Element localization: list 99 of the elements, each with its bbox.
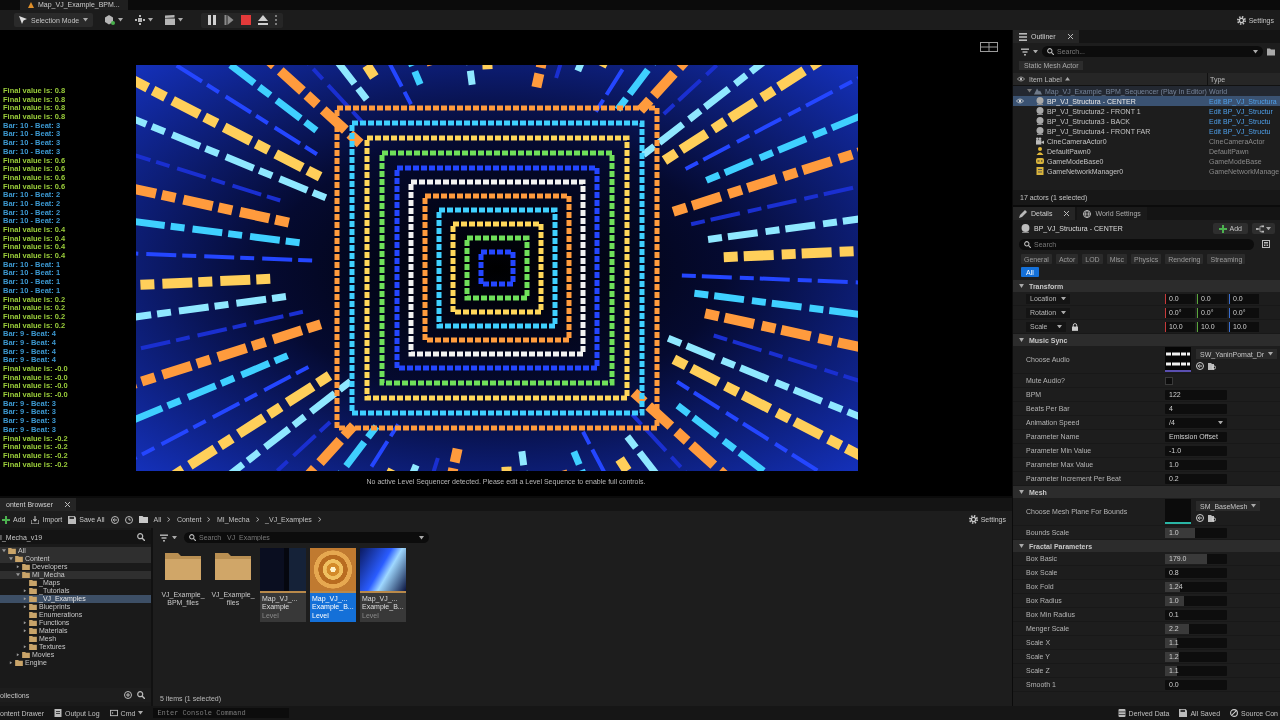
caret-icon[interactable] xyxy=(172,535,177,540)
caret-icon xyxy=(1061,310,1067,315)
search-icon xyxy=(1024,240,1031,248)
caret-icon[interactable] xyxy=(118,18,124,22)
pause-icon[interactable] xyxy=(207,15,218,25)
caret-icon[interactable] xyxy=(1033,49,1038,54)
save-icon xyxy=(1179,709,1188,717)
folder-icon[interactable] xyxy=(138,515,148,524)
folder-search-icon[interactable] xyxy=(1208,514,1216,522)
caret-icon[interactable] xyxy=(16,573,20,577)
arrow-circle-icon[interactable] xyxy=(110,515,119,524)
folder-icon[interactable] xyxy=(165,553,201,580)
sphere-icon xyxy=(1036,97,1044,105)
chevron-icon[interactable] xyxy=(167,517,171,522)
settings-icon xyxy=(1236,15,1246,25)
caret-icon xyxy=(138,711,144,715)
pencil-icon xyxy=(1019,209,1027,218)
checkbox[interactable] xyxy=(1165,376,1173,385)
prohibited-icon xyxy=(1230,709,1239,717)
search-icon xyxy=(1047,48,1054,55)
caret-icon[interactable] xyxy=(419,536,424,540)
mesh-thumbnail xyxy=(1165,499,1191,524)
caret-icon[interactable] xyxy=(2,549,6,553)
blueprint-dropdown[interactable] xyxy=(1252,223,1275,234)
eye-icon[interactable] xyxy=(1016,98,1024,104)
filter-icon[interactable] xyxy=(160,533,168,542)
chevron-icon[interactable] xyxy=(255,517,260,522)
caret-icon[interactable] xyxy=(23,621,27,625)
caret-icon[interactable] xyxy=(148,18,154,22)
arrow-circle-icon[interactable] xyxy=(1196,362,1204,370)
search-icon xyxy=(189,534,196,541)
eye-icon xyxy=(1017,76,1025,82)
add-icon[interactable] xyxy=(124,691,132,699)
search-icon[interactable] xyxy=(137,691,145,699)
log-icon xyxy=(53,709,62,717)
stop-icon[interactable] xyxy=(241,15,252,25)
caret-icon[interactable] xyxy=(178,18,184,22)
level-thumbnail xyxy=(310,548,356,593)
folder-icon[interactable] xyxy=(1267,47,1275,56)
caret-icon[interactable] xyxy=(9,557,13,561)
level-thumbnail xyxy=(260,548,306,593)
caret-icon xyxy=(1061,296,1067,301)
sphere-icon xyxy=(1036,107,1044,115)
sort-arrow-icon xyxy=(1064,77,1070,81)
caret-icon[interactable] xyxy=(9,661,13,665)
camera-icon xyxy=(1036,137,1044,145)
document-icon xyxy=(1036,167,1044,175)
database-icon xyxy=(1117,709,1126,717)
caret-icon xyxy=(83,18,89,22)
list-icon xyxy=(1019,32,1027,41)
eject-icon[interactable] xyxy=(258,15,269,25)
caret-icon[interactable] xyxy=(16,565,20,569)
caret-icon xyxy=(1057,324,1062,329)
close-icon[interactable] xyxy=(1067,34,1073,39)
clapperboard-icon[interactable] xyxy=(165,15,176,25)
filter-icon[interactable] xyxy=(1021,47,1029,56)
caret-icon xyxy=(1266,226,1271,231)
person-icon xyxy=(1036,147,1044,155)
caret-icon[interactable] xyxy=(16,653,20,657)
save-icon xyxy=(68,515,77,524)
chevron-icon[interactable] xyxy=(317,517,322,522)
plus-icon xyxy=(1218,224,1227,233)
sphere-icon xyxy=(1021,224,1030,233)
terminal-icon xyxy=(109,709,118,717)
caret-icon[interactable] xyxy=(23,629,27,633)
table-icon[interactable] xyxy=(1262,240,1270,248)
cube-add-icon[interactable] xyxy=(105,15,116,25)
chevron-icon[interactable] xyxy=(207,517,211,522)
sphere-icon xyxy=(1036,127,1044,135)
nodes-icon xyxy=(1256,224,1264,233)
arrow-circle-icon[interactable] xyxy=(1196,514,1204,522)
cursor-icon xyxy=(19,16,27,24)
plus-icon xyxy=(2,515,10,524)
import-icon xyxy=(31,515,40,524)
caret-icon[interactable] xyxy=(23,589,27,593)
close-icon[interactable] xyxy=(65,502,71,507)
caret-icon xyxy=(1218,420,1223,425)
caret-icon[interactable] xyxy=(23,605,27,609)
move-icon[interactable] xyxy=(135,15,146,25)
settings-icon xyxy=(968,515,978,524)
caret-icon xyxy=(1268,352,1274,356)
caret-icon[interactable] xyxy=(23,645,27,649)
folder-icon[interactable] xyxy=(215,553,251,580)
sphere-icon xyxy=(1036,117,1044,125)
more-icon[interactable] xyxy=(275,15,278,25)
search-icon[interactable] xyxy=(137,533,145,541)
globe-icon xyxy=(1083,209,1092,218)
clock-icon[interactable] xyxy=(124,515,133,524)
triangle-icon xyxy=(28,2,34,8)
close-icon[interactable] xyxy=(1064,211,1070,216)
caret-icon[interactable] xyxy=(1253,50,1258,54)
viewport-layout-icon[interactable] xyxy=(980,42,998,52)
step-frame-icon[interactable] xyxy=(224,15,235,25)
level-thumbnail xyxy=(360,548,406,593)
waveform-thumbnail xyxy=(1165,347,1191,372)
lock-icon[interactable] xyxy=(1072,322,1078,331)
gamepad-icon xyxy=(1036,157,1044,165)
caret-icon xyxy=(1251,504,1257,508)
folder-search-icon[interactable] xyxy=(1208,362,1216,370)
